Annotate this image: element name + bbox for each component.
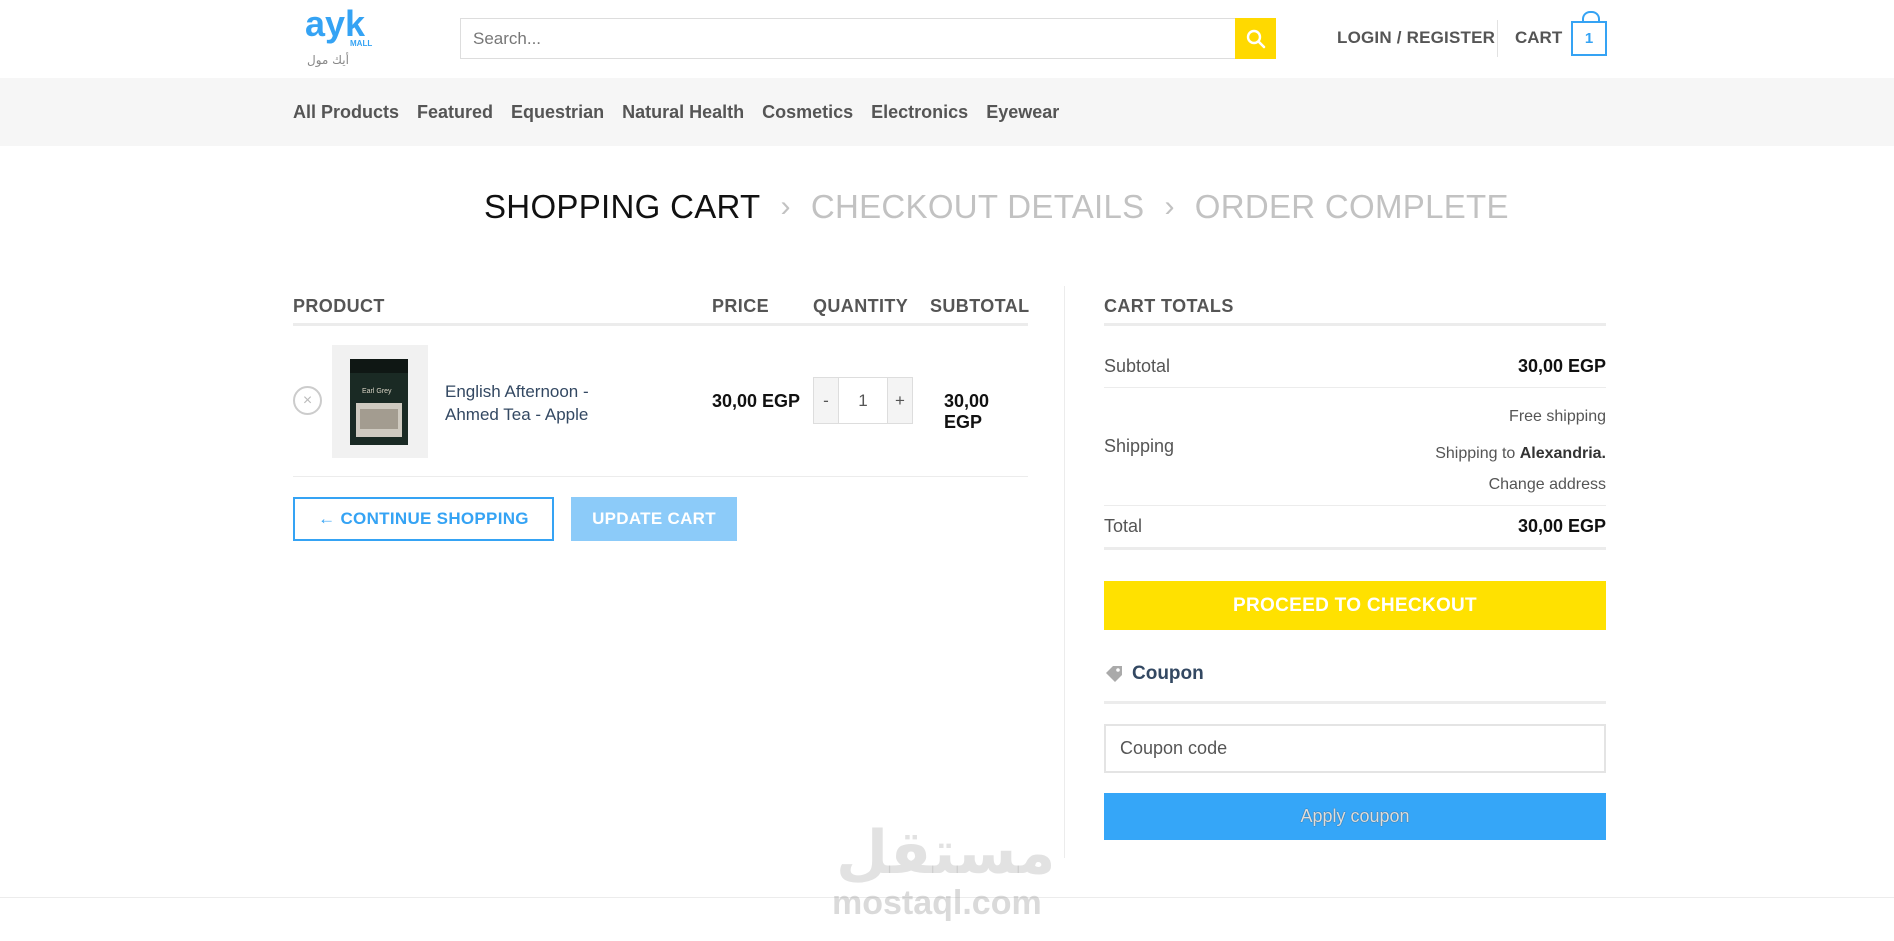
header-subtotal: SUBTOTAL <box>930 296 1030 316</box>
cart-link[interactable]: CART <box>1515 28 1562 48</box>
logo-graphic: ayk MALL أيك مول <box>305 6 372 68</box>
column-divider <box>1064 286 1065 858</box>
header-divider <box>1497 20 1498 57</box>
change-address-link[interactable]: Change address <box>1489 476 1606 494</box>
subtotal-label: Subtotal <box>1104 356 1171 376</box>
quantity-input[interactable] <box>839 377 887 424</box>
total-value: 30,00 EGP <box>1517 516 1606 536</box>
step-shopping-cart[interactable]: SHOPPING CART <box>484 188 761 226</box>
search-button[interactable] <box>1235 18 1276 59</box>
chevron-right-icon: › <box>780 190 791 223</box>
search-bar <box>460 18 1276 59</box>
login-register-link[interactable]: LOGIN / REGISTER <box>1337 28 1495 48</box>
cart-totals-title: CART TOTALS <box>1104 296 1234 316</box>
step-checkout-details[interactable]: CHECKOUT DETAILS <box>811 188 1145 226</box>
remove-item-button[interactable]: × <box>293 386 322 415</box>
subtotal-value: 30,00 EGP <box>1517 356 1606 376</box>
table-header-divider <box>293 323 1028 326</box>
search-input[interactable] <box>460 18 1235 59</box>
proceed-to-checkout-button[interactable]: PROCEED TO CHECKOUT <box>1104 581 1606 630</box>
site-logo[interactable]: ayk MALL أيك مول <box>305 6 377 68</box>
nav-item-equestrian[interactable]: Equestrian <box>511 102 604 123</box>
main-nav: All Products Featured Equestrian Natural… <box>0 78 1894 146</box>
shipping-method: Free shipping <box>1509 408 1606 425</box>
coupon-title: Coupon <box>1132 663 1204 684</box>
total-label: Total <box>1104 516 1143 536</box>
watermark: مستقل mostaql.com <box>824 818 1064 928</box>
continue-shopping-button[interactable]: ← CONTINUE SHOPPING <box>293 497 554 541</box>
logo-arabic: أيك مول <box>307 52 349 68</box>
watermark-arabic: مستقل <box>836 818 1056 888</box>
site-header: ayk MALL أيك مول LOGIN / REGISTER CART 1 <box>0 0 1894 78</box>
close-icon: × <box>302 391 313 409</box>
cart-bag-icon[interactable]: 1 <box>1571 11 1607 56</box>
totals-header-divider <box>1104 323 1606 326</box>
header-quantity: QUANTITY <box>813 296 909 316</box>
product-name-link[interactable]: English Afternoon - Ahmed Tea - Apple <box>445 380 635 426</box>
quantity-stepper: - + <box>813 377 913 424</box>
table-row-divider <box>293 476 1028 477</box>
coupon-divider <box>1104 701 1606 704</box>
coupon-code-input[interactable] <box>1104 724 1606 773</box>
shipping-to-prefix: Shipping to <box>1435 445 1516 462</box>
checkout-steps: SHOPPING CART › CHECKOUT DETAILS › ORDER… <box>484 188 1509 226</box>
nav-item-electronics[interactable]: Electronics <box>871 102 968 123</box>
update-cart-button[interactable]: UPDATE CART <box>571 497 737 541</box>
watermark-latin: mostaql.com <box>832 884 1042 922</box>
nav-item-all-products[interactable]: All Products <box>293 102 399 123</box>
thumb-label: Earl Grey <box>362 388 392 395</box>
totals-bottom-divider <box>1104 547 1606 550</box>
search-icon <box>1246 29 1265 48</box>
apply-coupon-button[interactable]: Apply coupon <box>1104 793 1606 840</box>
nav-item-natural-health[interactable]: Natural Health <box>622 102 744 123</box>
nav-item-eyewear[interactable]: Eyewear <box>986 102 1059 123</box>
product-thumbnail[interactable]: Earl Grey <box>332 345 428 458</box>
nav-item-featured[interactable]: Featured <box>417 102 493 123</box>
logo-sub: MALL <box>350 39 372 48</box>
header-product: PRODUCT <box>293 296 385 316</box>
quantity-minus-button[interactable]: - <box>813 377 839 424</box>
totals-divider <box>1104 387 1606 388</box>
shipping-destination: Shipping to Alexandria. <box>1435 445 1606 462</box>
product-subtotal: 30,00 EGP <box>944 391 990 432</box>
chevron-right-icon: › <box>1164 190 1175 223</box>
totals-divider <box>1104 505 1606 506</box>
header-price: PRICE <box>712 296 770 316</box>
cart-count-badge: 1 <box>1584 30 1594 47</box>
nav-item-cosmetics[interactable]: Cosmetics <box>762 102 853 123</box>
shipping-city: Alexandria <box>1519 445 1602 462</box>
step-order-complete: ORDER COMPLETE <box>1194 188 1509 225</box>
coupon-header: Coupon <box>1104 663 1204 685</box>
quantity-plus-button[interactable]: + <box>887 377 913 424</box>
shipping-label: Shipping <box>1104 436 1175 456</box>
tag-icon <box>1106 666 1122 682</box>
tea-box-image: Earl Grey <box>350 359 408 445</box>
product-price: 30,00 EGP <box>712 391 801 411</box>
